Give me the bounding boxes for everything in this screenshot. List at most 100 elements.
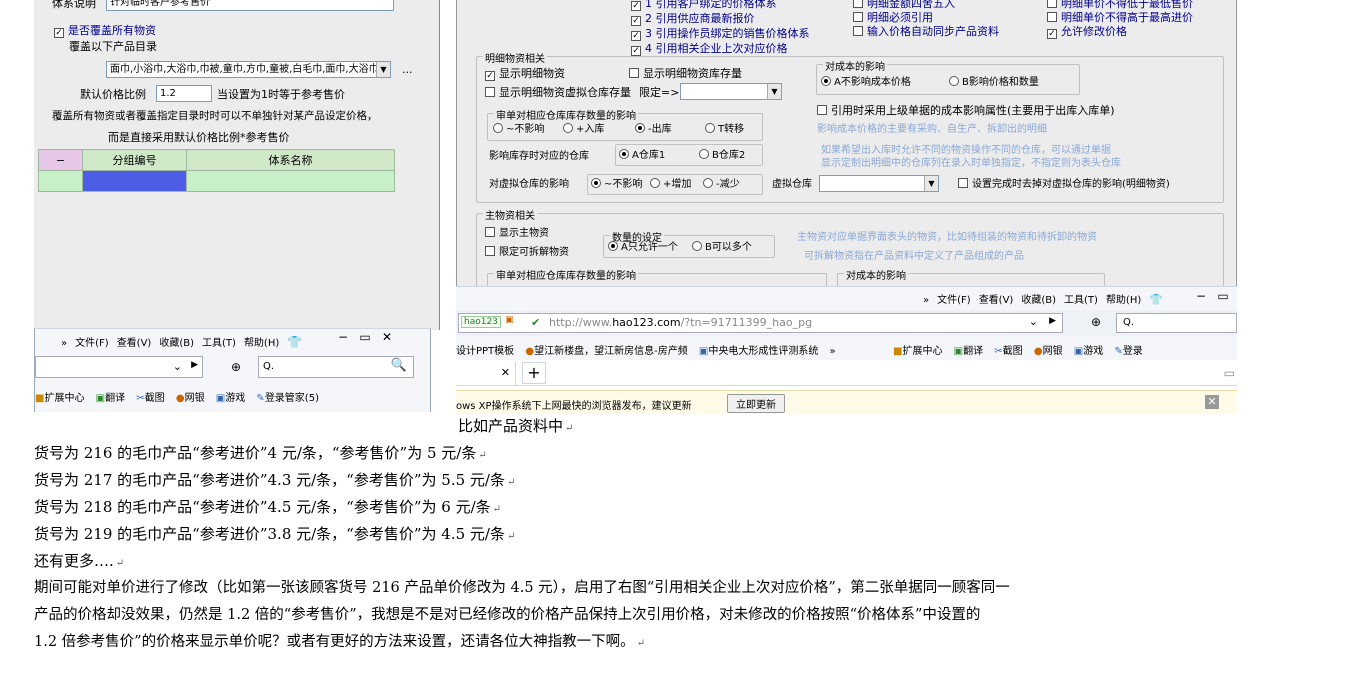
check-show-detail-stock[interactable]: 显示明细物资库存量	[629, 67, 742, 80]
limit-select[interactable]: ▼	[680, 83, 782, 100]
minimize-icon[interactable]: −	[332, 330, 354, 344]
chevron-down-icon[interactable]: ⌄	[173, 360, 182, 373]
grid-cell-system-name[interactable]	[186, 170, 395, 192]
chevron-down-icon[interactable]: ▼	[767, 84, 781, 99]
cover-all-checkbox[interactable]: ✓ 是否覆盖所有物资	[54, 24, 156, 38]
check-supplier-price[interactable]: ✓ 2 引用供应商最新报价	[631, 12, 810, 26]
radio-stock-transfer[interactable]: T转移	[705, 123, 744, 136]
toolbar-games[interactable]: 游戏	[225, 389, 245, 404]
maximize-icon[interactable]: ▭	[354, 330, 376, 344]
menu-more[interactable]: »	[923, 295, 929, 306]
virtual-wh-select[interactable]: ▼	[819, 175, 939, 192]
fav-cctv[interactable]: 中央电大形成性评测系统	[708, 342, 818, 357]
check-limit-split[interactable]: 限定可拆解物资	[485, 246, 569, 259]
menu-favorites[interactable]: 收藏(B)	[159, 334, 194, 349]
tab[interactable]: ✕	[456, 362, 516, 386]
check-sync-price[interactable]: 输入价格自动同步产品资料	[853, 25, 999, 38]
right-search-box[interactable]: Q.	[1116, 313, 1237, 333]
check-must-reference[interactable]: 明细必须引用	[853, 11, 999, 24]
radio-cost-a[interactable]: A不影响成本价格	[821, 76, 911, 89]
check-round-amount[interactable]: 明细金额四舍五入	[853, 0, 999, 10]
toolbar-login[interactable]: 登录	[1123, 342, 1143, 357]
shirt-icon[interactable]: 👕	[287, 335, 302, 349]
radio-virtual-add[interactable]: +增加	[650, 178, 691, 191]
toolbar-bank[interactable]: 网银	[185, 389, 205, 404]
menu-view[interactable]: 查看(V)	[979, 291, 1014, 306]
search-icon[interactable]: 🔍	[391, 358, 407, 373]
radio-wh-a[interactable]: A仓库1	[619, 149, 665, 162]
menu-favorites[interactable]: 收藏(B)	[1021, 291, 1056, 306]
restore-icon[interactable]: ▭	[1224, 366, 1235, 380]
radio-stock-in[interactable]: +入库	[563, 123, 604, 136]
desc-field[interactable]: 针对临时客户参考售价	[106, 0, 394, 11]
toolbar-screenshot[interactable]: 截图	[145, 389, 165, 404]
hao123-logo[interactable]: hao123	[461, 316, 501, 328]
fav-more[interactable]: »	[830, 346, 836, 357]
left-search-box[interactable]: Q. 🔍	[258, 356, 414, 378]
toolbar-translate[interactable]: 翻译	[963, 342, 983, 357]
close-icon[interactable]: ✕	[501, 366, 510, 379]
ratio-input[interactable]: 1.2	[156, 85, 212, 102]
shield-icon[interactable]: ⊕	[1091, 315, 1101, 329]
check-max-price[interactable]: 明细单价不得高于最高进价	[1047, 11, 1193, 24]
check-show-detail[interactable]: ✓ 显示明细物资	[485, 67, 565, 81]
toolbar-extensions[interactable]: 扩展中心	[902, 342, 942, 357]
label: 3 引用操作员绑定的销售价格体系	[645, 27, 810, 40]
chevron-down-icon[interactable]: ▼	[376, 62, 390, 77]
radio-qty-b[interactable]: B可以多个	[692, 241, 752, 254]
radio-virtual-sub[interactable]: -减少	[703, 178, 740, 191]
radio-stock-none[interactable]: ~不影响	[493, 123, 544, 136]
chevron-down-icon[interactable]: ▼	[924, 176, 938, 191]
minimize-icon[interactable]: −	[1190, 289, 1212, 303]
toolbar-translate[interactable]: 翻译	[105, 389, 125, 404]
check-show-main[interactable]: 显示主物资	[485, 227, 549, 240]
screenshot-icon: ✂	[136, 393, 145, 404]
shirt-icon[interactable]: 👕	[1149, 293, 1163, 306]
radio-cost-b[interactable]: B影响价格和数量	[949, 76, 1039, 89]
grid-row-marker[interactable]	[38, 170, 83, 192]
shield-icon[interactable]: ⊕	[231, 360, 241, 374]
left-address-bar[interactable]: ⌄ ▶	[35, 356, 203, 378]
check-min-price[interactable]: 明细单价不得低于最低售价	[1047, 0, 1193, 10]
menu-file[interactable]: 文件(F)	[75, 334, 109, 349]
check-upper-cost[interactable]: 引用时采用上级单据的成本影响属性(主要用于出库入库单)	[817, 104, 1115, 117]
radio-stock-out[interactable]: -出库	[635, 123, 672, 136]
check-price-system[interactable]: ✓ 1 引用客户绑定的价格体系	[631, 0, 810, 11]
menu-file[interactable]: 文件(F)	[937, 291, 971, 306]
forward-icon[interactable]: ▶	[1049, 316, 1056, 326]
menu-view[interactable]: 查看(V)	[117, 334, 152, 349]
radio-wh-b[interactable]: B仓库2	[699, 149, 745, 162]
close-icon[interactable]: ✕	[1205, 395, 1219, 409]
check-last-price[interactable]: ✓ 4 引用相关企业上次对应价格	[631, 42, 810, 56]
grid-cell-group-id[interactable]	[82, 170, 187, 192]
menu-more[interactable]: »	[61, 338, 67, 349]
update-now-button[interactable]: 立即更新	[727, 394, 785, 413]
toolbar-login[interactable]: 登录管家(5)	[265, 389, 319, 404]
menu-help[interactable]: 帮助(H)	[244, 334, 279, 349]
check-virtual-clear[interactable]: 设置完成时去掉对虚拟仓库的影响(明细物资)	[958, 178, 1170, 191]
toolbar-games[interactable]: 游戏	[1083, 342, 1103, 357]
maximize-icon[interactable]: ▭	[1212, 289, 1234, 303]
fav-ppt[interactable]: 设计PPT模板	[456, 342, 514, 357]
new-tab-icon[interactable]: +	[522, 362, 546, 384]
forward-icon[interactable]: ▶	[191, 360, 198, 370]
url-text[interactable]: http://www.hao123.com/?tn=91711399_hao_p…	[549, 316, 812, 329]
right-address-bar[interactable]: hao123 ▣ ✔ http://www.hao123.com/?tn=917…	[458, 313, 1063, 333]
close-icon[interactable]: ✕	[376, 330, 398, 344]
toolbar-extensions[interactable]: 扩展中心	[44, 389, 84, 404]
check-allow-edit[interactable]: ✓ 允许修改价格	[1047, 25, 1193, 39]
toolbar-bank[interactable]: 网银	[1043, 342, 1063, 357]
fav-wangjiang[interactable]: 望江新楼盘，望江新房信息-房产频	[534, 342, 688, 357]
radio-virtual-none[interactable]: ~不影响	[591, 178, 642, 191]
chevron-down-icon[interactable]: ⌄	[1029, 315, 1038, 328]
catalog-select[interactable]: 面巾,小浴巾,大浴巾,巾被,童巾,方巾,童被,白毛巾,面巾,大浴巾 ▼	[106, 61, 391, 78]
menu-tools[interactable]: 工具(T)	[1064, 291, 1098, 306]
check-show-virtual[interactable]: 显示明细物资虚拟仓库存量	[485, 86, 631, 99]
menu-help[interactable]: 帮助(H)	[1106, 291, 1141, 306]
check-operator-price[interactable]: ✓ 3 引用操作员绑定的销售价格体系	[631, 27, 810, 41]
grid-collapse-cell[interactable]: −	[38, 149, 83, 171]
menu-tools[interactable]: 工具(T)	[202, 334, 236, 349]
more-button[interactable]: ...	[402, 63, 413, 76]
toolbar-screenshot[interactable]: 截图	[1003, 342, 1023, 357]
radio-qty-a[interactable]: A只允许一个	[608, 241, 678, 254]
